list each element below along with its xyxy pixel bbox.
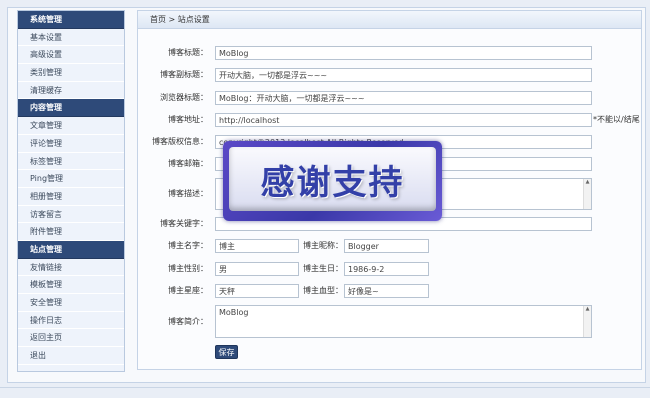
owner-birthday-label: 博主生日： [303, 264, 343, 273]
thanks-banner: 感谢支持 [223, 141, 442, 221]
bottom-band [0, 387, 650, 398]
thanks-banner-text: 感谢支持 [260, 162, 405, 203]
owner-blood-label: 博主血型： [303, 286, 343, 295]
browser-title-input[interactable]: MoBlog：开动大脑，一切都是浮云~~~ [215, 91, 592, 105]
sidebar-item-advanced-settings[interactable]: 高级设置 [18, 46, 124, 65]
scroll-up-icon[interactable]: ▲ [584, 306, 591, 313]
sidebar-item-security[interactable]: 安全管理 [18, 294, 124, 312]
intro-label: 博客简介： [168, 317, 208, 326]
sidebar-item-templates[interactable]: 模板管理 [18, 276, 124, 294]
blog-title-input[interactable]: MoBlog [215, 46, 592, 60]
owner-nick-label: 博主昵称： [303, 241, 343, 250]
sidebar: 系统管理 基本设置 高级设置 类别管理 清理缓存 内容管理 文章管理 评论管理 … [17, 10, 125, 372]
owner-zodiac-label: 博主星座： [168, 286, 208, 295]
sidebar-item-logout[interactable]: 退出 [18, 347, 124, 365]
owner-name-label: 博主名字： [168, 241, 208, 250]
description-scrollbar[interactable]: ▲ [583, 179, 591, 209]
owner-blood-input[interactable]: 好像是~ [344, 284, 429, 298]
intro-text: MoBlog [219, 308, 249, 317]
sidebar-item-guestbook[interactable]: 访客留言 [18, 206, 124, 224]
sidebar-item-attachments[interactable]: 附件管理 [18, 223, 124, 241]
blog-url-note: *不能以/结尾 [593, 115, 640, 124]
sidebar-item-albums[interactable]: 相册管理 [18, 188, 124, 206]
owner-birthday-input[interactable]: 1986-9-2 [344, 262, 429, 276]
owner-nick-input[interactable]: Blogger [344, 239, 429, 253]
blog-url-input[interactable]: http://localhost [215, 113, 592, 127]
sidebar-item-friend-links[interactable]: 友情链接 [18, 259, 124, 277]
sidebar-section-system[interactable]: 系统管理 [18, 11, 124, 29]
browser-title-label: 浏览器标题： [160, 93, 208, 102]
save-button[interactable]: 保存 [215, 345, 238, 359]
intro-scrollbar[interactable]: ▲ [583, 306, 591, 337]
sidebar-item-home[interactable]: 返回主页 [18, 329, 124, 348]
sidebar-section-content[interactable]: 内容管理 [18, 99, 124, 118]
blog-subtitle-label: 博客副标题： [160, 70, 208, 79]
scroll-up-icon[interactable]: ▲ [584, 179, 591, 186]
keywords-label: 博客关键字： [160, 219, 208, 228]
thanks-banner-plate: 感谢支持 [229, 147, 436, 211]
sidebar-item-op-log[interactable]: 操作日志 [18, 312, 124, 330]
breadcrumb: 首页 > 站点设置 [138, 11, 641, 29]
blog-title-label: 博客标题： [168, 48, 208, 57]
sidebar-item-basic-settings[interactable]: 基本设置 [18, 29, 124, 47]
blog-subtitle-input[interactable]: 开动大脑，一切都是浮云~~~ [215, 68, 592, 82]
owner-gender-label: 博主性别： [168, 264, 208, 273]
sidebar-section-site[interactable]: 站点管理 [18, 240, 124, 259]
blog-url-label: 博客地址： [168, 115, 208, 124]
intro-textarea[interactable]: MoBlog ▲ [215, 305, 592, 338]
sidebar-item-articles[interactable]: 文章管理 [18, 117, 124, 135]
sidebar-item-tags[interactable]: 标签管理 [18, 153, 124, 171]
sidebar-item-ping[interactable]: Ping管理 [18, 170, 124, 188]
copyright-label: 博客版权信息： [152, 137, 208, 146]
email-label: 博客邮箱： [168, 159, 208, 168]
description-label: 博客描述： [168, 189, 208, 198]
sidebar-item-category-manage[interactable]: 类别管理 [18, 64, 124, 82]
sidebar-item-clear-cache[interactable]: 清理缓存 [18, 82, 124, 100]
sidebar-item-comments[interactable]: 评论管理 [18, 135, 124, 153]
